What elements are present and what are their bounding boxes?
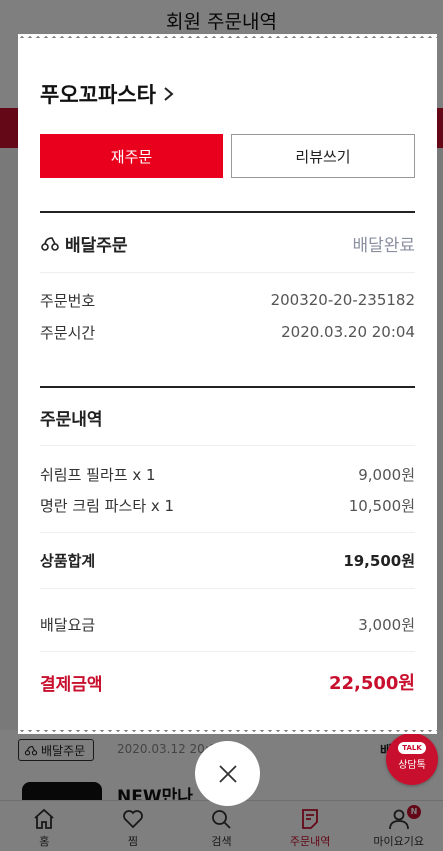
delivery-type: 배달주문 (40, 231, 128, 256)
divider (40, 588, 415, 589)
list-item: 쉬림프 필라프 x 1 9,000원 (40, 462, 415, 486)
order-number-label: 주문번호 (40, 291, 96, 310)
close-icon (218, 764, 237, 783)
order-details-title: 주문내역 (40, 409, 103, 430)
delivery-info-row: 배달주문 배달완료 (40, 230, 415, 256)
delivery-fee-value: 3,000원 (358, 615, 415, 634)
delivery-type-label: 배달주문 (65, 235, 128, 256)
order-receipt-modal: 푸오꼬파스타 재주문 리뷰쓰기 배달주문 배달완료 주문번호 200320-20… (18, 34, 437, 734)
item-price: 10,500원 (348, 496, 415, 515)
divider (40, 386, 415, 388)
order-time-label: 주문시간 (40, 323, 96, 342)
divider (40, 211, 415, 213)
divider (40, 272, 415, 273)
total-label: 결제금액 (40, 674, 103, 695)
order-number-value: 200320-20-235182 (270, 291, 415, 309)
order-time-row: 주문시간 2020.03.20 20:04 (40, 320, 415, 344)
close-button[interactable] (195, 741, 260, 806)
item-name: 쉬림프 필라프 x 1 (40, 465, 156, 484)
receipt-bottom-edge (18, 726, 437, 734)
reorder-button[interactable]: 재주문 (40, 134, 223, 178)
receipt-top-edge (18, 34, 437, 42)
item-price: 9,000원 (358, 465, 415, 484)
order-details-header: 주문내역 (40, 404, 415, 430)
store-name: 푸오꼬파스타 (40, 83, 156, 107)
chevron-right-icon (164, 87, 174, 101)
talk-button-label: 상담톡 (398, 760, 426, 771)
delivery-scooter-icon (41, 237, 59, 251)
list-item: 명란 크림 파스타 x 1 10,500원 (40, 493, 415, 517)
order-time-value: 2020.03.20 20:04 (281, 323, 415, 341)
item-name: 명란 크림 파스타 x 1 (40, 496, 175, 515)
total-value: 22,500원 (328, 673, 415, 694)
delivery-status: 배달완료 (352, 235, 415, 256)
total-row: 결제금액 22,500원 (40, 668, 415, 696)
order-number-row: 주문번호 200320-20-235182 (40, 288, 415, 312)
divider (40, 445, 415, 446)
write-review-button[interactable]: 리뷰쓰기 (231, 134, 415, 178)
store-link[interactable]: 푸오꼬파스타 (40, 79, 176, 109)
divider (40, 532, 415, 533)
divider (40, 651, 415, 652)
subtotal-row: 상품합계 19,500원 (40, 548, 415, 572)
subtotal-label: 상품합계 (40, 551, 96, 570)
delivery-fee-label: 배달요금 (40, 615, 96, 634)
talk-bubble-icon: TALK (398, 742, 426, 754)
consult-talk-button[interactable]: TALK 상담톡 (386, 733, 438, 785)
subtotal-value: 19,500원 (343, 551, 415, 570)
delivery-fee-row: 배달요금 3,000원 (40, 612, 415, 636)
